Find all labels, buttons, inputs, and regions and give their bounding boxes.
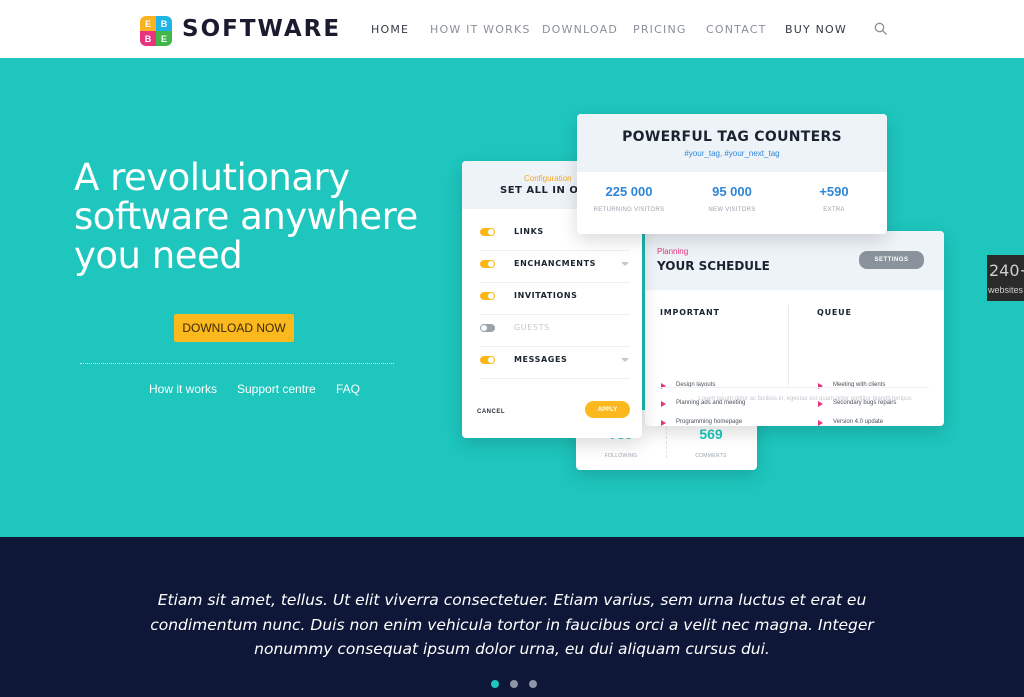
chevron-down-icon[interactable] [621,358,629,362]
card-subtitle: #your_tag, #your_next_tag [684,149,780,158]
promo-count: 240+ [989,261,1024,280]
arrow-right-icon [661,420,666,426]
chevron-down-icon[interactable] [621,262,629,266]
divider [788,305,789,385]
logo[interactable]: E B B E [140,16,172,46]
stat-label: EXTRA [823,207,845,213]
card-pretitle: Configuration [524,174,572,183]
column-heading: IMPORTANT [660,308,720,317]
option-label: MESSAGES [514,355,568,364]
nav-how-it-works[interactable]: HOW IT WORKS [430,23,531,36]
logo-letter: B [140,31,156,46]
divider [80,363,394,364]
card-title: POWERFUL TAG COUNTERS [622,129,842,145]
option-row[interactable]: GUESTS [480,315,630,347]
schedule-card: Planning YOUR SCHEDULE SETTINGS IMPORTAN… [645,231,944,426]
stat-label: COMMENTS [695,453,727,459]
slider-dot[interactable] [491,680,499,688]
list-item: Version 4.0 update [833,419,884,425]
nav-pricing[interactable]: PRICING [633,23,687,36]
stat-value: 225 000 [605,184,653,199]
divider [657,387,929,388]
settings-button[interactable]: SETTINGS [859,251,924,269]
card-footer-text: Lorem ipsum dolor ac facilisis in, egest… [698,396,912,402]
faq-link[interactable]: FAQ [336,382,360,396]
stat-label: FOLLOWING [604,453,638,459]
arrow-right-icon [818,420,823,426]
toggle-switch[interactable] [480,228,495,236]
nav-home[interactable]: HOME [371,23,409,36]
brand-name[interactable]: SOFTWARE [182,16,341,42]
apply-button[interactable]: APPLY [585,401,630,418]
stat-label: RETURNING VISITORS [593,207,665,213]
nav-contact[interactable]: CONTACT [706,23,767,36]
list-item: Programming homepage [676,419,743,425]
toggle-switch[interactable] [480,356,495,364]
testimonial-quote: Etiam sit amet, tellus. Ut elit viverra … [150,591,874,658]
stat-label: NEW VISITORS [708,207,756,213]
how-it-works-link[interactable]: How it works [149,382,217,396]
option-row[interactable]: ENCHANCMENTS [480,251,630,283]
card-pretitle: Planning [657,247,689,256]
card-title: YOUR SCHEDULE [657,259,770,273]
site-header: E B B E SOFTWARE HOME HOW IT WORKS DOWNL… [0,0,1024,58]
arrow-right-icon [661,401,666,407]
tag-counters-card: POWERFUL TAG COUNTERS #your_tag, #your_n… [577,114,887,234]
logo-letter: E [140,16,156,31]
nav-buy-now[interactable]: BUY NOW [785,23,847,36]
toggle-switch[interactable] [480,260,495,268]
nav-download[interactable]: DOWNLOAD [542,23,618,36]
hero-section: A revolutionary software anywhere you ne… [0,58,1024,537]
option-row[interactable]: INVITATIONS [480,283,630,315]
promo-label: websites [988,285,1024,295]
stat-value: 569 [699,426,723,442]
logo-letter: E [156,31,172,46]
support-centre-link[interactable]: Support centre [237,382,316,396]
testimonial-section: Etiam sit amet, tellus. Ut elit viverra … [0,537,1024,697]
cancel-button[interactable]: CANCEL [477,409,505,415]
option-label: LINKS [514,227,544,236]
download-now-button[interactable]: DOWNLOAD NOW [174,314,294,342]
stat-value: +590 [819,184,849,199]
stat-value: 95 000 [712,184,752,199]
logo-letter: B [156,16,172,31]
option-label: INVITATIONS [514,291,578,300]
arrow-right-icon [818,383,823,389]
slider-dot[interactable] [510,680,518,688]
option-row[interactable]: MESSAGES [480,347,630,379]
column-heading: QUEUE [817,308,852,317]
toggle-switch[interactable] [480,324,495,332]
hero-headline: A revolutionary software anywhere you ne… [74,156,418,277]
slider-dot[interactable] [529,680,537,688]
search-icon[interactable] [874,22,888,36]
arrow-right-icon [661,383,666,389]
option-label: ENCHANCMENTS [514,259,597,268]
side-promo-tab[interactable]: 240+ websites [987,255,1024,301]
toggle-switch[interactable] [480,292,495,300]
option-label: GUESTS [514,323,550,332]
